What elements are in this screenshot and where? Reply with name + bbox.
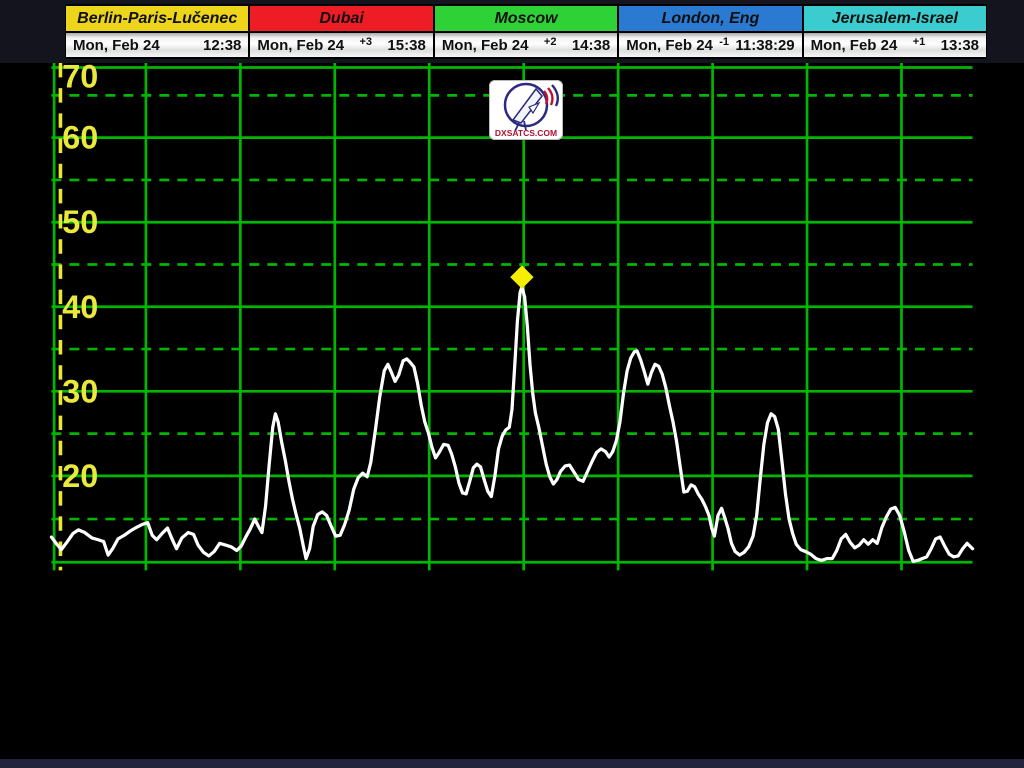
bottom-edge-strip [0,759,1024,768]
clock-utc-offset: +3 [359,36,372,48]
control-bar: SP 500KHz 9 kHzW 11707.498 MHz. ! Pwr 46… [0,627,1024,759]
peak-marker-icon [510,265,533,288]
clock-utc-offset: -1 [719,36,729,48]
clock-moscow: Moscow Mon, Feb 24 +2 14:38 [434,4,618,59]
clock-london: London, Eng Mon, Feb 24 -1 11:38:29 [618,4,802,59]
world-clock-bar: Berlin-Paris-Lučenec Mon, Feb 24 12:38 D… [65,4,987,59]
clock-city-label: Dubai [250,6,432,33]
clock-jerusalem: Jerusalem-Israel Mon, Feb 24 +1 13:38 [803,4,987,59]
spectrum-plot-canvas: 70 60 50 40 30 20 [0,63,1024,627]
clock-time: 14:38 [572,37,610,54]
clock-date: Mon, Feb 24 [626,37,713,54]
y-axis-tick-label: 20 [62,458,98,494]
clock-city-label: London, Eng [619,6,801,33]
clock-time: 11:38:29 [735,37,794,54]
clock-utc-offset: +1 [913,36,926,48]
clock-utc-offset: +2 [544,36,557,48]
y-axis-tick-label: 50 [62,204,98,240]
clock-dubai: Dubai Mon, Feb 24 +3 15:38 [249,4,433,59]
dxsatcs-logo: DXSATCS.COM [489,80,563,140]
y-axis-tick-label: 70 [62,63,98,94]
spectrum-plot: 70 60 50 40 30 20 DXSATCS.COM [0,63,1024,627]
clock-date: Mon, Feb 24 [442,37,529,54]
clock-date: Mon, Feb 24 [73,37,160,54]
clock-city-label: Jerusalem-Israel [804,6,986,33]
y-axis-tick-label: 30 [62,373,98,409]
logo-text: DXSATCS.COM [495,128,557,138]
clock-date: Mon, Feb 24 [257,37,344,54]
clock-date: Mon, Feb 24 [811,37,898,54]
y-axis-tick-label: 40 [62,289,98,325]
clock-berlin-paris-lucenec: Berlin-Paris-Lučenec Mon, Feb 24 12:38 [65,4,249,59]
y-axis-tick-label: 60 [62,120,98,156]
satellite-dish-icon: DXSATCS.COM [489,80,563,140]
satellite-meter-screen: Berlin-Paris-Lučenec Mon, Feb 24 12:38 D… [0,0,1024,768]
clock-city-label: Moscow [435,6,617,33]
clock-time: 15:38 [387,37,425,54]
clock-time: 12:38 [203,37,241,54]
clock-city-label: Berlin-Paris-Lučenec [66,6,248,33]
clock-time: 13:38 [941,37,979,54]
